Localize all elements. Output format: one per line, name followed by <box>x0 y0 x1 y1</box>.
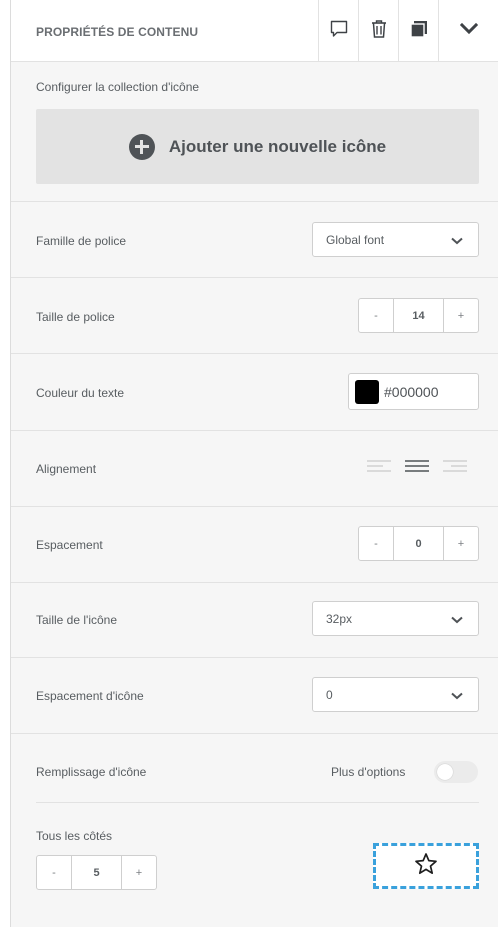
content-properties-panel: PROPRIÉTÉS DE CONTENU Configurer la coll… <box>10 0 498 927</box>
all-sides-label: Tous les côtés <box>36 829 113 843</box>
spacing-increment[interactable]: + <box>444 527 478 560</box>
divider <box>11 201 498 202</box>
font-family-value: Global font <box>326 233 385 247</box>
more-options-toggle[interactable] <box>434 761 478 783</box>
add-icon-button[interactable]: Ajouter une nouvelle icône <box>36 109 479 184</box>
spacing-label: Espacement <box>36 538 103 552</box>
text-color-label: Couleur du texte <box>36 386 125 400</box>
icon-preview[interactable] <box>373 843 479 889</box>
divider <box>11 430 498 431</box>
divider <box>11 277 498 278</box>
divider <box>11 657 498 658</box>
divider <box>36 802 479 803</box>
icon-size-select[interactable]: 32px <box>312 601 479 636</box>
divider <box>11 582 498 583</box>
padding-value[interactable]: 5 <box>71 856 122 889</box>
add-circle-icon <box>128 133 155 160</box>
icon-padding-label: Remplissage d'icône <box>36 765 147 779</box>
star-outline-icon <box>414 852 438 881</box>
chevron-down-icon <box>450 690 464 704</box>
font-family-select[interactable]: Global font <box>312 222 479 257</box>
font-family-label: Famille de police <box>36 234 127 248</box>
align-center-icon[interactable] <box>404 456 430 476</box>
panel-title: PROPRIÉTÉS DE CONTENU <box>36 25 199 39</box>
collection-label: Configurer la collection d'icône <box>36 80 200 94</box>
divider <box>11 733 498 734</box>
icon-size-label: Taille de l'icône <box>36 613 118 627</box>
chevron-down-icon <box>450 235 464 249</box>
font-size-value[interactable]: 14 <box>393 299 444 332</box>
icon-spacing-label: Espacement d'icône <box>36 689 144 703</box>
toggle-knob <box>437 764 453 780</box>
icon-size-value: 32px <box>326 612 353 626</box>
more-options-label: Plus d'options <box>331 765 406 779</box>
chevron-down-icon <box>459 22 479 40</box>
padding-stepper: - 5 + <box>36 855 157 890</box>
icon-spacing-value: 0 <box>326 688 333 702</box>
font-size-decrement[interactable]: - <box>359 299 393 332</box>
alignment-options <box>366 456 468 476</box>
duplicate-button[interactable] <box>398 0 438 62</box>
divider <box>11 506 498 507</box>
font-size-stepper: - 14 + <box>358 298 479 333</box>
collapse-button[interactable] <box>438 0 498 62</box>
divider <box>11 353 498 354</box>
comment-icon <box>329 19 349 44</box>
comment-button[interactable] <box>318 0 358 62</box>
spacing-decrement[interactable]: - <box>359 527 393 560</box>
alignment-label: Alignement <box>36 462 97 476</box>
font-size-label: Taille de police <box>36 310 115 324</box>
trash-icon <box>370 19 388 44</box>
icon-spacing-select[interactable]: 0 <box>312 677 479 712</box>
font-size-increment[interactable]: + <box>444 299 478 332</box>
delete-button[interactable] <box>358 0 398 62</box>
padding-decrement[interactable]: - <box>37 856 71 889</box>
duplicate-icon <box>409 19 429 44</box>
panel-header: PROPRIÉTÉS DE CONTENU <box>11 0 498 62</box>
padding-increment[interactable]: + <box>122 856 156 889</box>
align-right-icon[interactable] <box>442 456 468 476</box>
text-color-picker[interactable]: #000000 <box>348 373 479 410</box>
align-left-icon[interactable] <box>366 456 392 476</box>
text-color-value: #000000 <box>384 383 439 400</box>
spacing-value[interactable]: 0 <box>393 527 444 560</box>
color-swatch[interactable] <box>355 379 379 404</box>
chevron-down-icon <box>450 614 464 628</box>
add-icon-button-label: Ajouter une nouvelle icône <box>168 136 387 156</box>
spacing-stepper: - 0 + <box>358 526 479 561</box>
